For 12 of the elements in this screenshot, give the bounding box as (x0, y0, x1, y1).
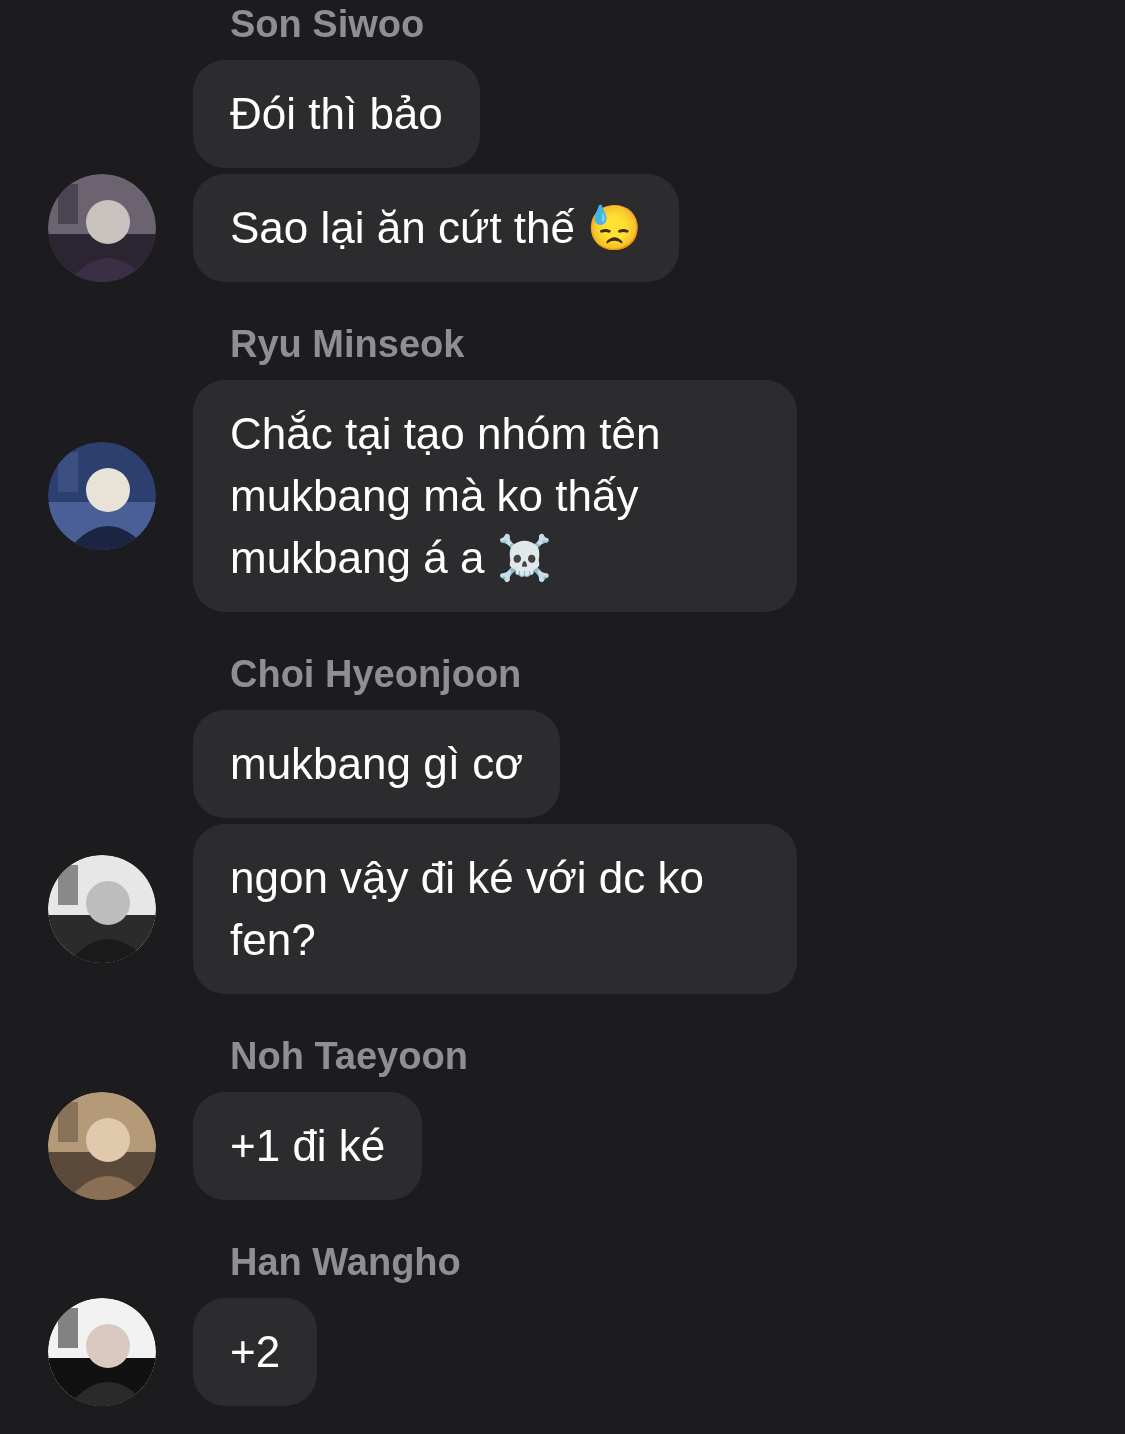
message-bubble: +1 đi ké (193, 1092, 423, 1200)
message-bubble: +2 (193, 1298, 318, 1406)
sender-name: Noh Taeyoon (230, 1035, 468, 1077)
sender-name: Son Siwoo (230, 3, 425, 45)
message-bubble: ngon vậy đi ké với dc ko fen? (193, 824, 797, 994)
sender-name: Choi Hyeonjoon (230, 653, 522, 695)
message-bubble: mukbang gì cơ (193, 710, 560, 818)
message-bubble: Đói thì bảo (193, 60, 480, 168)
sender-name: Ryu Minseok (230, 323, 465, 365)
sender-name: Han Wangho (230, 1241, 461, 1283)
message-bubble: Chắc tại tạo nhóm tên mukbang mà ko thấy mukbang á a ☠ (193, 380, 797, 612)
message-bubble: Sao lại ăn cứt thế 😓 (193, 174, 680, 282)
